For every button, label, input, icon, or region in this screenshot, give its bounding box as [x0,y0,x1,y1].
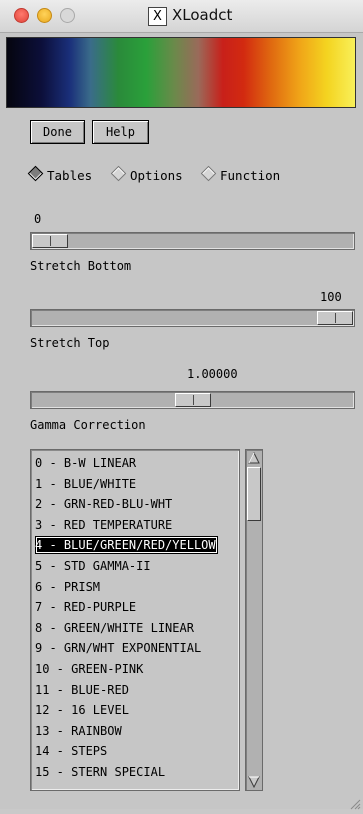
minimize-icon[interactable] [37,8,52,23]
mode-tables-label: Tables [47,168,93,183]
color-table-preview [6,37,356,108]
list-item-selected[interactable]: 4 - BLUE/GREEN/RED/YELLOW [35,536,218,555]
list-item[interactable]: 1 - BLUE/WHITE [35,475,136,493]
list-item[interactable]: 0 - B-W LINEAR [35,454,136,472]
stretch-top-label: Stretch Top [30,336,110,350]
stretch-bottom-thumb[interactable] [32,234,68,248]
mode-function-label: Function [220,168,281,183]
radio-unselected-icon [200,165,217,182]
arrow-down-icon[interactable] [247,775,261,789]
list-item[interactable]: 6 - PRISM [35,578,100,596]
close-icon[interactable] [14,8,29,23]
list-item[interactable]: 14 - STEPS [35,742,107,760]
stretch-top-thumb[interactable] [317,311,353,325]
done-button[interactable]: Done [30,120,85,144]
gamma-label: Gamma Correction [30,418,146,432]
window-title: XLoadct [172,6,233,24]
list-item[interactable]: 7 - RED-PURPLE [35,598,136,616]
list-item[interactable]: 3 - RED TEMPERATURE [35,516,172,534]
x11-icon: X [148,7,167,26]
list-item[interactable]: 8 - GREEN/WHITE LINEAR [35,619,194,637]
list-item[interactable]: 11 - BLUE-RED [35,681,129,699]
list-item[interactable]: 15 - STERN SPECIAL [35,763,165,781]
list-item[interactable]: 2 - GRN-RED-BLU-WHT [35,495,172,513]
arrow-up-icon[interactable] [247,451,261,465]
list-item[interactable]: 12 - 16 LEVEL [35,701,129,719]
xloadct-window: X XLoadct Done Help Tables Options Funct… [0,0,363,810]
scrollbar-thumb[interactable] [247,467,261,521]
color-table-list[interactable]: 0 - B-W LINEAR 1 - BLUE/WHITE 2 - GRN-RED-… [30,449,240,791]
list-scrollbar[interactable] [245,449,263,791]
title-bar[interactable]: X XLoadct [0,0,363,33]
zoom-icon[interactable] [60,8,75,23]
gamma-thumb[interactable] [174,393,211,407]
radio-unselected-icon [110,165,127,182]
list-item[interactable]: 5 - STD GAMMA-II [35,557,151,575]
help-button[interactable]: Help [92,120,149,144]
list-item[interactable]: 9 - GRN/WHT EXPONENTIAL [35,639,201,657]
gamma-slider[interactable] [30,391,355,409]
resize-grip-icon[interactable] [349,795,361,810]
list-item[interactable]: 10 - GREEN-PINK [35,660,143,678]
radio-selected-icon [27,165,44,182]
stretch-bottom-label: Stretch Bottom [30,259,132,273]
mode-options-label: Options [130,168,183,183]
list-item[interactable]: 13 - RAINBOW [35,722,122,740]
stretch-bottom-slider[interactable] [30,232,355,250]
stretch-bottom-value: 0 [34,212,42,226]
stretch-top-slider[interactable] [30,309,355,327]
mode-tables-radio[interactable]: Tables [27,165,93,185]
mode-options-radio[interactable]: Options [110,165,183,185]
stretch-top-value: 100 [320,290,342,304]
mode-function-radio[interactable]: Function [200,165,281,185]
gamma-value: 1.00000 [187,367,238,381]
